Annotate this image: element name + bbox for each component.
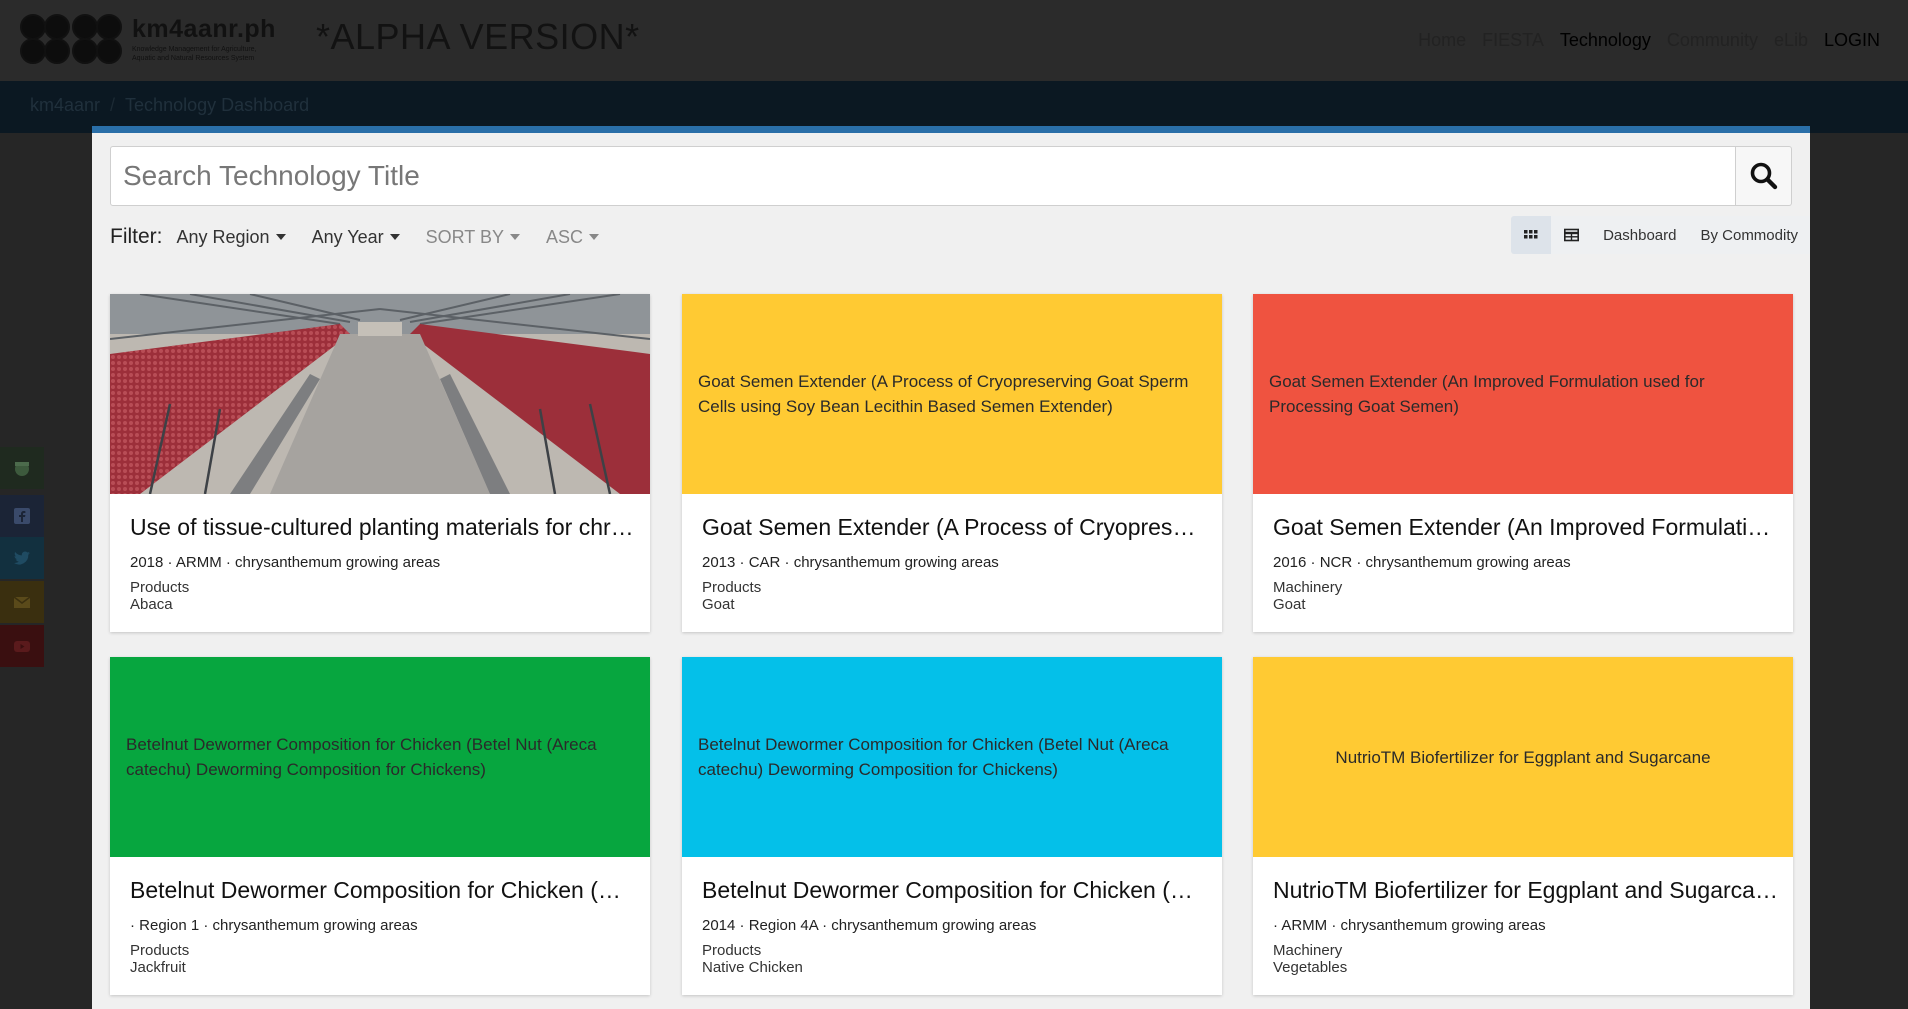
card-commodity: Jackfruit — [130, 959, 186, 976]
technology-card[interactable]: Goat Semen Extender (A Process of Cryopr… — [682, 294, 1222, 632]
alpha-version-label: *ALPHA VERSION* — [316, 16, 640, 57]
card-type: Products — [130, 579, 190, 596]
sort-by-value: SORT BY — [425, 226, 504, 247]
card-meta: 2013 · CAR · chrysanthemum growing areas — [702, 554, 999, 571]
search-icon — [1750, 162, 1777, 190]
card-cover: NutrioTM Biofertilizer for Eggplant and … — [1253, 657, 1793, 857]
sort-by-dropdown[interactable]: SORT BY — [426, 227, 520, 248]
search-input[interactable] — [110, 146, 1736, 206]
search-bar — [110, 146, 1792, 206]
card-commodity: Goat — [1273, 596, 1306, 613]
logo-mark-icon — [20, 14, 124, 66]
card-commodity: Abaca — [130, 596, 173, 613]
card-title[interactable]: Betelnut Dewormer Composition for Chicke… — [702, 877, 1207, 904]
nav-technology[interactable]: Technology — [1560, 30, 1651, 51]
technology-card[interactable]: Goat Semen Extender (An Improved Formula… — [1253, 294, 1793, 632]
region-value: Any Region — [176, 226, 270, 247]
youtube-button[interactable] — [0, 625, 44, 667]
youtube-icon — [14, 641, 30, 652]
site-logo[interactable]: km4aanr.ph Knowledge Management for Agri… — [20, 14, 312, 66]
caret-down-icon — [389, 234, 400, 240]
technology-dashboard-panel: Filter: Any Region Any Year SORT BY ASC … — [92, 126, 1810, 1009]
card-cover: Goat Semen Extender (A Process of Cryopr… — [682, 294, 1222, 494]
card-commodity: Vegetables — [1273, 959, 1348, 976]
breadcrumb-root[interactable]: km4aanr — [30, 95, 100, 116]
card-type: Machinery — [1273, 579, 1343, 596]
dashboard-view-button[interactable]: Dashboard — [1591, 216, 1689, 254]
social-logo-button[interactable] — [0, 447, 44, 489]
card-type: Products — [702, 942, 762, 959]
order-value: ASC — [546, 226, 584, 247]
breadcrumb: km4aanr / Technology Dashboard — [30, 95, 309, 116]
filter-row: Filter: Any Region Any Year SORT BY ASC — [110, 219, 625, 255]
caret-down-icon — [510, 234, 520, 240]
card-cover: Betelnut Dewormer Composition for Chicke… — [110, 657, 650, 857]
filter-label: Filter: — [110, 225, 163, 248]
caret-down-icon — [275, 234, 286, 240]
order-dropdown[interactable]: ASC — [546, 226, 600, 248]
nav-home[interactable]: Home — [1418, 30, 1466, 51]
main-nav: Home FIESTA Technology Community eLib LO… — [1418, 30, 1880, 51]
card-title[interactable]: Use of tissue-cultured planting material… — [130, 514, 635, 541]
card-cover-image — [110, 294, 650, 494]
facebook-button[interactable] — [0, 495, 44, 537]
card-meta: 2016 · NCR · chrysanthemum growing areas — [1273, 554, 1571, 571]
email-icon — [13, 596, 31, 608]
by-commodity-button[interactable]: By Commodity — [1688, 216, 1810, 254]
caret-down-icon — [589, 234, 600, 240]
nav-community[interactable]: Community — [1667, 30, 1758, 51]
card-meta: 2014 · Region 4A · chrysanthemum growing… — [702, 917, 1037, 934]
card-cover: Betelnut Dewormer Composition for Chicke… — [682, 657, 1222, 857]
card-meta: · ARMM · chrysanthemum growing areas — [1273, 917, 1546, 934]
facebook-icon — [14, 508, 30, 524]
logo-subtitle: Knowledge Management for Agriculture, Aq… — [132, 46, 257, 62]
technology-card[interactable]: Betelnut Dewormer Composition for Chicke… — [110, 657, 650, 995]
search-button[interactable] — [1736, 146, 1792, 206]
card-commodity: Native Chicken — [702, 959, 803, 976]
nav-fiesta[interactable]: FIESTA — [1482, 30, 1544, 51]
card-commodity: Goat — [702, 596, 735, 613]
card-title[interactable]: Goat Semen Extender (An Improved Formula… — [1273, 514, 1778, 541]
card-title[interactable]: Betelnut Dewormer Composition for Chicke… — [130, 877, 635, 904]
logo-name: km4aanr.ph — [132, 15, 276, 43]
nav-elib[interactable]: eLib — [1774, 30, 1808, 51]
card-title[interactable]: NutrioTM Biofertilizer for Eggplant and … — [1273, 877, 1778, 904]
technology-card[interactable]: Use of tissue-cultured planting material… — [110, 294, 650, 632]
breadcrumb-separator: / — [110, 95, 116, 115]
region-dropdown[interactable]: Any Region — [177, 227, 286, 248]
technology-card[interactable]: NutrioTM Biofertilizer for Eggplant and … — [1253, 657, 1793, 995]
logo-hat-icon — [15, 462, 29, 476]
email-button[interactable] — [0, 581, 44, 623]
breadcrumb-current: Technology Dashboard — [125, 95, 310, 115]
card-meta: 2018 · ARMM · chrysanthemum growing area… — [130, 554, 441, 571]
card-cover: Goat Semen Extender (An Improved Formula… — [1253, 294, 1793, 494]
grid-icon — [1524, 230, 1538, 239]
table-view-button[interactable] — [1551, 216, 1592, 254]
twitter-icon — [14, 551, 30, 565]
card-type: Machinery — [1273, 942, 1343, 959]
card-type: Products — [702, 579, 762, 596]
top-navbar: km4aanr.ph Knowledge Management for Agri… — [0, 0, 1908, 81]
technology-card[interactable]: Betelnut Dewormer Composition for Chicke… — [682, 657, 1222, 995]
card-meta: · Region 1 · chrysanthemum growing areas — [130, 917, 418, 934]
table-icon — [1563, 228, 1579, 242]
year-dropdown[interactable]: Any Year — [312, 227, 400, 248]
year-value: Any Year — [311, 226, 384, 247]
card-title[interactable]: Goat Semen Extender (A Process of Cryopr… — [702, 514, 1207, 541]
view-switcher: Dashboard By Commodity — [1511, 215, 1810, 255]
twitter-button[interactable] — [0, 537, 44, 579]
nav-login[interactable]: LOGIN — [1824, 30, 1880, 51]
grid-view-button[interactable] — [1511, 216, 1552, 254]
card-type: Products — [130, 942, 190, 959]
